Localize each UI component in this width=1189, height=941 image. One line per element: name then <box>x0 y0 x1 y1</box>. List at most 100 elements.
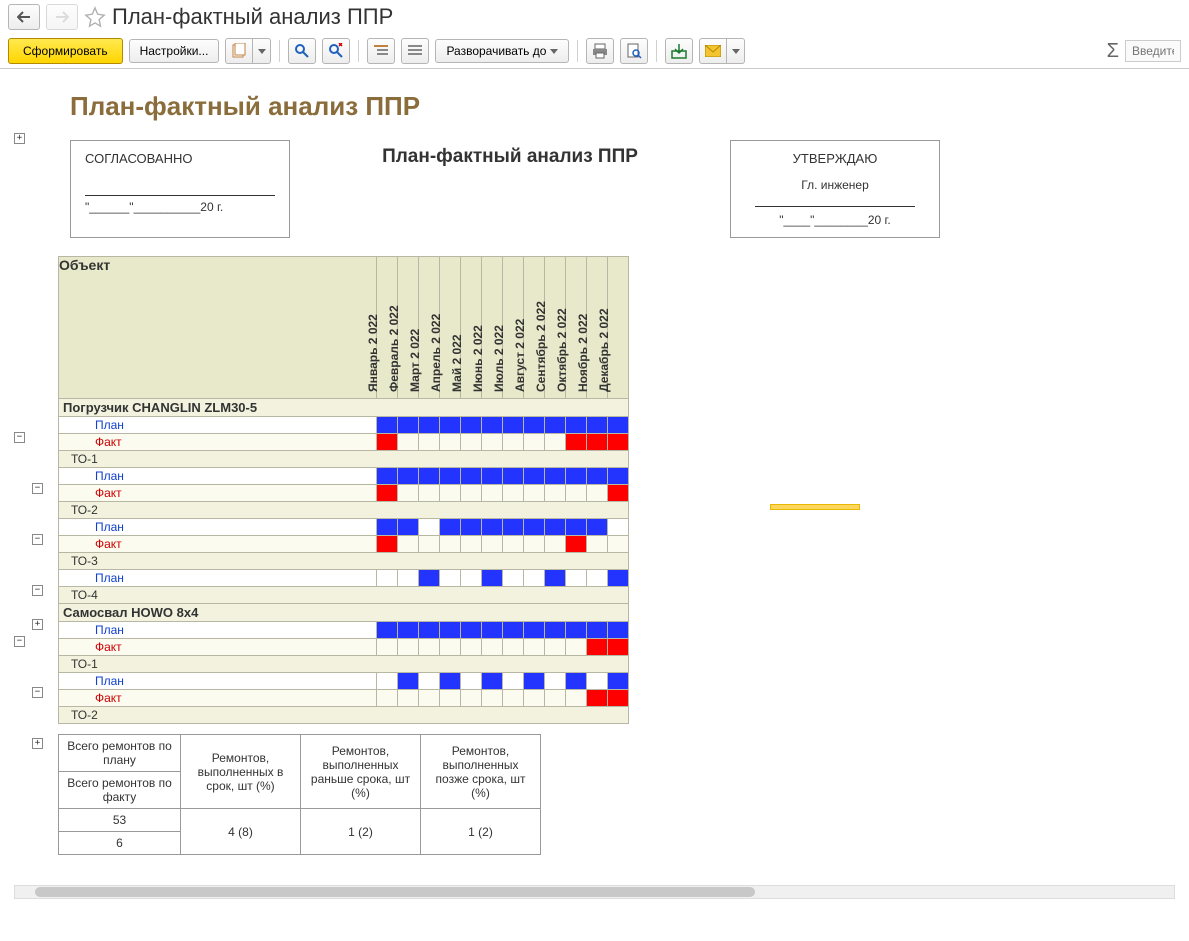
gantt-cell <box>440 485 461 502</box>
fact-label: Факт <box>59 485 377 502</box>
collapse-toggle[interactable]: − <box>32 483 43 494</box>
gantt-cell <box>524 417 545 434</box>
maintenance-type-row[interactable]: ТО-1 <box>59 451 629 468</box>
gantt-cell <box>440 519 461 536</box>
gantt-cell <box>566 673 587 690</box>
object-row[interactable]: Самосвал HOWO 8x4 <box>59 604 629 622</box>
maintenance-type-row[interactable]: ТО-1 <box>59 656 629 673</box>
nav-forward-button[interactable] <box>46 4 78 30</box>
summary-late-value: 1 (2) <box>421 809 541 855</box>
expand-groups-button[interactable] <box>401 38 429 64</box>
print-preview-button[interactable] <box>620 38 648 64</box>
gantt-cell <box>419 434 440 451</box>
maintenance-type-row[interactable]: ТО-3 <box>59 553 629 570</box>
collapse-toggle[interactable]: − <box>32 585 43 596</box>
settings-button[interactable]: Настройки... <box>129 39 220 63</box>
plan-label: План <box>59 468 377 485</box>
maintenance-type-row[interactable]: ТО-2 <box>59 502 629 519</box>
gantt-cell <box>440 468 461 485</box>
summary-ontime-label: Ремонтов, выполненных в срок, шт (%) <box>181 735 301 809</box>
collapse-toggle[interactable]: − <box>14 432 25 443</box>
summary-table: Всего ремонтов по плану Ремонтов, выполн… <box>58 734 541 855</box>
find-button[interactable] <box>288 38 316 64</box>
print-button[interactable] <box>586 38 614 64</box>
gantt-cell <box>440 417 461 434</box>
gantt-cell <box>461 519 482 536</box>
gantt-cell <box>608 673 629 690</box>
gantt-cell <box>587 570 608 587</box>
plan-label: План <box>59 519 377 536</box>
sigma-icon[interactable]: Σ <box>1107 40 1119 63</box>
search-input[interactable] <box>1125 40 1181 62</box>
summary-late-label: Ремонтов, выполненных позже срока, шт (%… <box>421 735 541 809</box>
gantt-cell <box>461 639 482 656</box>
gantt-cell <box>566 639 587 656</box>
variants-button[interactable] <box>225 38 253 64</box>
expand-toggle[interactable]: + <box>14 133 25 144</box>
gantt-cell <box>503 639 524 656</box>
email-dropdown-button[interactable] <box>727 38 745 64</box>
nav-back-button[interactable] <box>8 4 40 30</box>
horizontal-scrollbar[interactable] <box>14 885 1175 899</box>
gantt-cell <box>524 639 545 656</box>
gantt-cell <box>608 690 629 707</box>
maintenance-type-row[interactable]: ТО-4 <box>59 587 629 604</box>
gantt-cell <box>482 639 503 656</box>
gantt-cell <box>461 468 482 485</box>
gantt-cell <box>566 468 587 485</box>
gantt-cell <box>545 690 566 707</box>
expand-to-button[interactable]: Разворачивать до <box>435 39 569 63</box>
gantt-cell <box>587 536 608 553</box>
plan-label: План <box>59 570 377 587</box>
gantt-cell <box>377 690 398 707</box>
fact-label: Факт <box>59 434 377 451</box>
save-button[interactable] <box>665 38 693 64</box>
summary-fact-label: Всего ремонтов по факту <box>59 772 181 809</box>
gantt-cell <box>419 536 440 553</box>
gantt-cell <box>608 434 629 451</box>
collapse-toggle[interactable]: − <box>32 687 43 698</box>
summary-ontime-value: 4 (8) <box>181 809 301 855</box>
gantt-cell <box>524 570 545 587</box>
gantt-cell <box>461 690 482 707</box>
gantt-cell <box>482 673 503 690</box>
gantt-cell <box>377 519 398 536</box>
find-next-button[interactable] <box>322 38 350 64</box>
plan-label: План <box>59 673 377 690</box>
report-area: + − − − − + − − + План-фактный анализ ПП… <box>0 69 1189 899</box>
expand-toggle[interactable]: + <box>32 619 43 630</box>
collapse-toggle[interactable]: − <box>32 534 43 545</box>
favorite-star-icon[interactable] <box>84 6 106 28</box>
gantt-cell <box>419 690 440 707</box>
gantt-cell <box>545 468 566 485</box>
gantt-cell <box>398 639 419 656</box>
collapse-toggle[interactable]: − <box>14 636 25 647</box>
generate-button[interactable]: Сформировать <box>8 38 123 64</box>
expand-toggle[interactable]: + <box>32 738 43 749</box>
gantt-cell <box>524 673 545 690</box>
gantt-cell <box>482 519 503 536</box>
maintenance-type-row[interactable]: ТО-2 <box>59 707 629 724</box>
gantt-cell <box>482 690 503 707</box>
gantt-cell <box>503 570 524 587</box>
gantt-cell <box>545 570 566 587</box>
gantt-cell <box>440 690 461 707</box>
variants-dropdown-button[interactable] <box>253 38 271 64</box>
gantt-cell <box>398 690 419 707</box>
agreed-date: "______"__________20 г. <box>85 200 275 214</box>
gantt-cell <box>461 570 482 587</box>
collapse-groups-button[interactable] <box>367 38 395 64</box>
gantt-cell <box>377 536 398 553</box>
plan-label: План <box>59 417 377 434</box>
object-row[interactable]: Погрузчик CHANGLIN ZLM30-5 <box>59 399 629 417</box>
gantt-cell <box>461 417 482 434</box>
month-header: Декабрь 2 022 <box>608 257 629 399</box>
summary-plan-label: Всего ремонтов по плану <box>59 735 181 772</box>
gantt-cell <box>398 536 419 553</box>
summary-fact-value: 6 <box>59 832 181 855</box>
gantt-cell <box>440 570 461 587</box>
summary-plan-value: 53 <box>59 809 181 832</box>
email-button[interactable] <box>699 38 727 64</box>
approval-block: СОГЛАСОВАННО "______"__________20 г. Пла… <box>70 140 1189 238</box>
gantt-cell <box>587 673 608 690</box>
